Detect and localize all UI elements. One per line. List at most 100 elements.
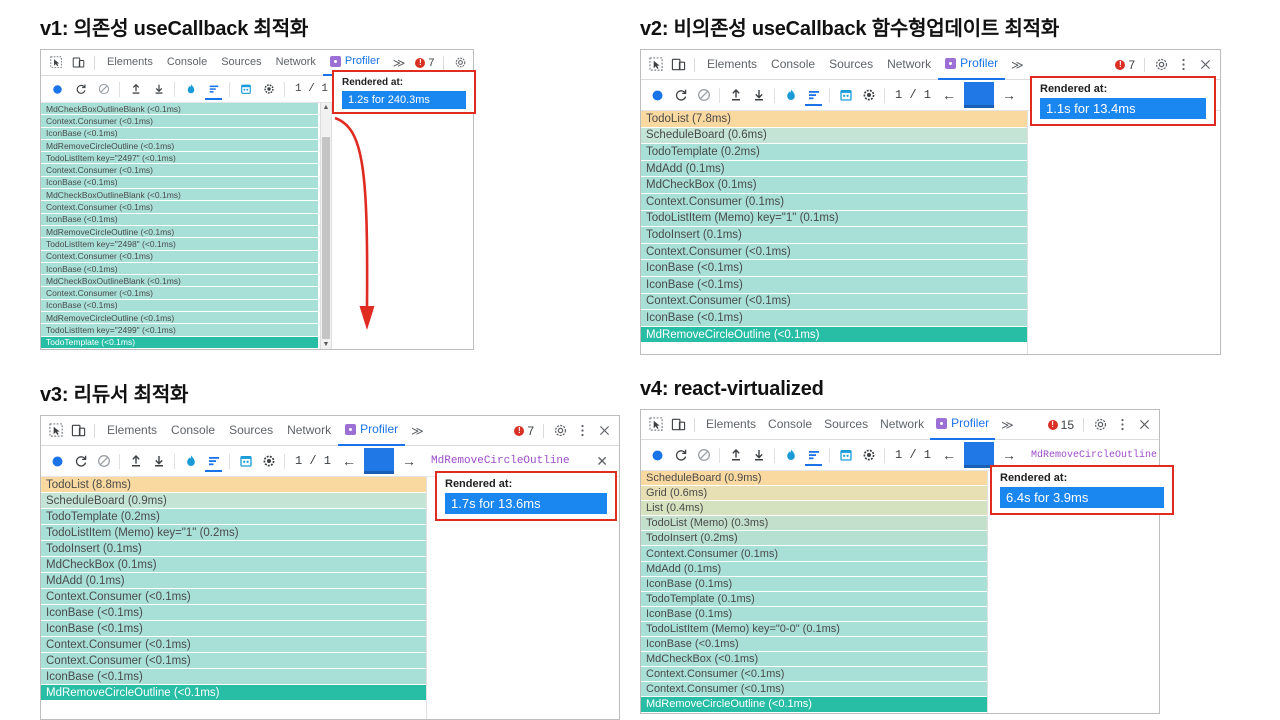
ranked-row[interactable]: IconBase (<0.1ms) [41, 127, 318, 140]
ranked-row[interactable]: MdAdd (0.1ms) [641, 561, 987, 577]
next-commit-button[interactable]: → [997, 87, 1021, 103]
more-tabs-icon[interactable]: ≫ [405, 424, 430, 438]
ranked-chart-v4[interactable]: ScheduleBoard (0.9ms) Grid (0.6ms) List (0… [641, 471, 987, 713]
ranked-row[interactable]: ScheduleBoard (0.6ms) [641, 127, 1027, 145]
ranked-row[interactable]: Context.Consumer (<0.1ms) [41, 637, 426, 653]
close-sidebar-icon[interactable]: ✕ [590, 453, 614, 470]
more-tabs-icon[interactable]: ≫ [1005, 58, 1030, 72]
flamegraph-icon[interactable] [181, 450, 200, 472]
more-options-icon[interactable] [1113, 416, 1131, 434]
ranked-row[interactable]: Context.Consumer (<0.1ms) [641, 667, 987, 683]
ranked-row[interactable]: IconBase (<0.1ms) [41, 669, 426, 685]
ranked-row[interactable]: List (0.4ms) [641, 501, 987, 517]
ranked-row[interactable]: MdAdd (0.1ms) [41, 573, 426, 589]
clear-icon[interactable] [94, 450, 113, 472]
inspect-element-icon[interactable] [47, 54, 65, 72]
commit-bar[interactable] [364, 448, 395, 474]
settings-icon[interactable] [859, 84, 878, 106]
ranked-row[interactable]: TodoTemplate (0.1ms) [641, 591, 987, 607]
tab-console[interactable]: Console [164, 416, 222, 445]
inspect-element-icon[interactable] [647, 56, 665, 74]
device-toolbar-icon[interactable] [669, 56, 687, 74]
settings-icon[interactable] [259, 78, 278, 100]
save-profile-icon[interactable] [149, 78, 168, 100]
tab-elements[interactable]: Elements [700, 410, 762, 439]
record-icon[interactable] [648, 444, 667, 466]
ranked-row[interactable]: ScheduleBoard (0.9ms) [641, 471, 987, 487]
ranked-row[interactable]: TodoListItem (Memo) key="0-0" (0.1ms) [641, 621, 987, 638]
clear-icon[interactable] [694, 444, 713, 466]
record-icon[interactable] [648, 84, 667, 106]
settings-icon[interactable] [259, 450, 278, 472]
ranked-row[interactable]: MdRemoveCircleOutline (<0.1ms) [41, 312, 318, 325]
timeline-icon[interactable] [236, 78, 255, 100]
ranked-row[interactable]: TodoListItem (Memo) key="1" (0.2ms) [41, 525, 426, 541]
ranked-row[interactable]: Context.Consumer (<0.1ms) [41, 287, 318, 300]
inspect-element-icon[interactable] [647, 416, 665, 434]
ranked-row[interactable]: TodoListItem (Memo) key="1" (0.1ms) [641, 210, 1027, 228]
more-options-icon[interactable] [1174, 56, 1192, 74]
ranked-row[interactable]: MdRemoveCircleOutline (<0.1ms) [641, 697, 987, 713]
scrollbar-thumb[interactable] [322, 137, 330, 339]
prev-commit-button[interactable]: ← [937, 447, 961, 463]
load-profile-icon[interactable] [726, 84, 745, 106]
next-commit-button[interactable]: → [397, 453, 421, 469]
ranked-row[interactable]: TodoTemplate (0.2ms) [41, 509, 426, 525]
reload-and-record-icon[interactable] [71, 450, 90, 472]
error-badge[interactable]: 7 [411, 57, 438, 69]
tab-network[interactable]: Network [880, 50, 938, 79]
flamegraph-icon[interactable] [781, 84, 800, 106]
more-tabs-icon[interactable]: ≫ [995, 418, 1020, 432]
ranked-row[interactable]: Context.Consumer (<0.1ms) [41, 201, 318, 214]
ranked-chart-v1[interactable]: MdCheckBoxOutlineBlank (<0.1ms) Context.C… [41, 103, 331, 349]
tab-network[interactable]: Network [874, 410, 930, 439]
ranked-row[interactable]: IconBase (<0.1ms) [41, 262, 318, 276]
inspect-element-icon[interactable] [47, 422, 65, 440]
ranked-row[interactable]: MdCheckBox (0.1ms) [641, 177, 1027, 194]
prev-commit-button[interactable]: ← [337, 453, 361, 469]
tab-profiler[interactable]: Profiler [930, 410, 996, 440]
prev-commit-button[interactable]: ← [937, 87, 961, 103]
device-toolbar-icon[interactable] [669, 416, 687, 434]
ranked-row[interactable]: Context.Consumer (<0.1ms) [41, 115, 318, 128]
gear-icon[interactable] [451, 54, 469, 72]
next-commit-button[interactable]: → [997, 447, 1021, 463]
ranked-row[interactable]: TodoTemplate (0.2ms) [641, 144, 1027, 161]
tab-console[interactable]: Console [764, 50, 822, 79]
tab-profiler[interactable]: Profiler [338, 416, 406, 446]
ranked-chart-v2[interactable]: TodoList (7.8ms) ScheduleBoard (0.6ms) Tod… [641, 111, 1027, 354]
gear-icon[interactable] [1091, 416, 1109, 434]
settings-icon[interactable] [859, 444, 878, 466]
save-profile-icon[interactable] [149, 450, 168, 472]
close-icon[interactable] [1196, 56, 1214, 74]
save-profile-icon[interactable] [749, 444, 768, 466]
ranked-row[interactable]: TodoListItem key="2498" (<0.1ms) [41, 238, 318, 251]
ranked-row[interactable]: IconBase (<0.1ms) [41, 605, 426, 621]
timeline-icon[interactable] [236, 450, 255, 472]
ranked-row[interactable]: Context.Consumer (0.1ms) [641, 193, 1027, 211]
flamegraph-icon[interactable] [181, 78, 200, 100]
ranked-row[interactable]: MdCheckBox (<0.1ms) [641, 652, 987, 668]
tab-sources[interactable]: Sources [822, 50, 880, 79]
close-sidebar-icon[interactable]: ✕ [1157, 447, 1159, 464]
record-icon[interactable] [48, 78, 67, 100]
ranked-row[interactable]: TodoList (8.8ms) [41, 477, 426, 493]
ranked-row[interactable]: Context.Consumer (<0.1ms) [41, 164, 318, 177]
ranked-row[interactable]: MdRemoveCircleOutline (<0.1ms) [41, 139, 318, 153]
timeline-icon[interactable] [836, 444, 855, 466]
ranked-row[interactable]: MdRemoveCircleOutline (<0.1ms) [641, 326, 1027, 344]
ranked-row[interactable]: TodoListItem key="2499" (<0.1ms) [41, 324, 318, 337]
tab-console[interactable]: Console [762, 410, 818, 439]
scroll-down-arrow[interactable]: ▼ [321, 340, 331, 349]
ranked-chart-icon[interactable] [804, 84, 823, 106]
ranked-row[interactable]: MdCheckBoxOutlineBlank (<0.1ms) [41, 103, 318, 116]
tab-elements[interactable]: Elements [100, 50, 160, 75]
load-profile-icon[interactable] [126, 450, 145, 472]
ranked-row[interactable]: Context.Consumer (<0.1ms) [641, 293, 1027, 311]
ranked-row[interactable]: IconBase (<0.1ms) [41, 299, 318, 313]
load-profile-icon[interactable] [726, 444, 745, 466]
ranked-row[interactable]: MdCheckBoxOutlineBlank (<0.1ms) [41, 275, 318, 288]
clear-icon[interactable] [94, 78, 113, 100]
record-icon[interactable] [48, 450, 67, 472]
tab-network[interactable]: Network [269, 50, 323, 75]
